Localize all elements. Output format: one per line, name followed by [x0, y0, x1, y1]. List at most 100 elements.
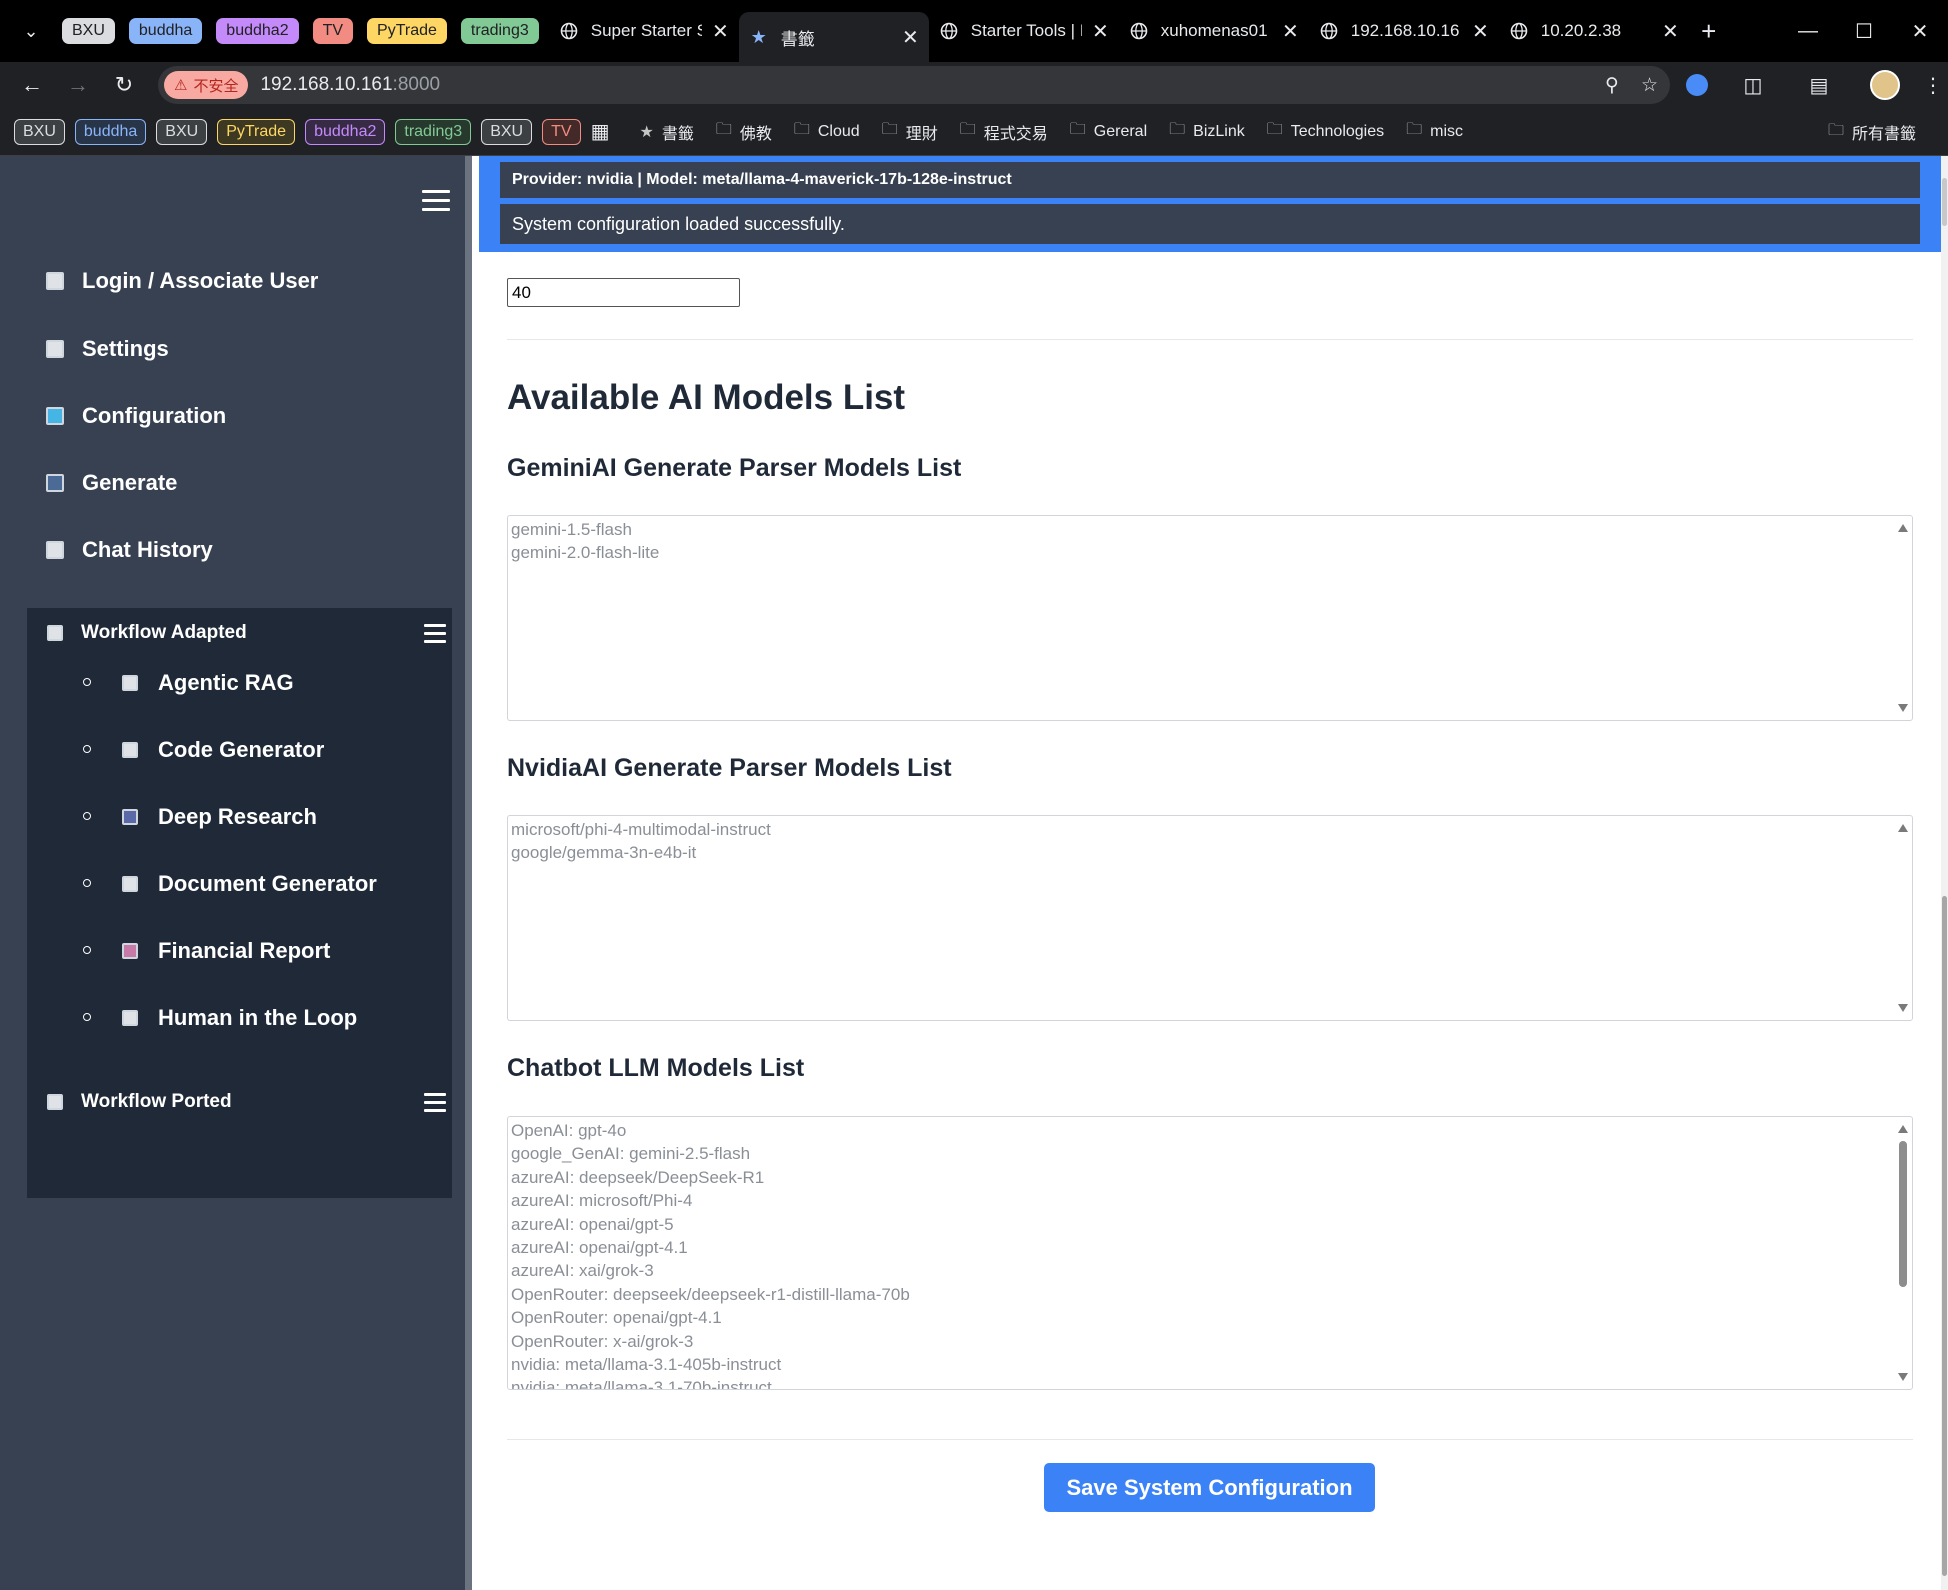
scroll-thumb[interactable]: [1942, 896, 1947, 1576]
bookmark-folder[interactable]: 🗀 BizLink: [1169, 117, 1245, 147]
browser-tab-active[interactable]: ★ 書籤 ✕: [738, 12, 929, 62]
maximize-icon[interactable]: ☐: [1836, 0, 1892, 62]
close-icon[interactable]: ✕: [1282, 19, 1299, 44]
minimize-icon[interactable]: —: [1780, 0, 1836, 62]
scroll-up-icon[interactable]: [1898, 1125, 1908, 1133]
profile-avatar-icon[interactable]: [1862, 62, 1908, 108]
bookmark-label: 書籤: [661, 125, 694, 143]
browser-tab[interactable]: Super Starter S ✕: [549, 8, 739, 54]
close-icon[interactable]: ✕: [1662, 19, 1679, 44]
bookmark-group-chip[interactable]: BXU: [481, 118, 533, 145]
browser-tab[interactable]: 10.20.2.38 ✕: [1499, 8, 1689, 54]
forward-arrow-icon[interactable]: →: [56, 65, 100, 105]
list-item: Financial Report: [27, 924, 452, 978]
all-bookmarks-folder[interactable]: 🗀 所有書籤: [1828, 108, 1916, 156]
tab-group-bxu[interactable]: BXU: [62, 18, 115, 44]
workflow-deep-research-button[interactable]: Deep Research: [102, 790, 452, 844]
url-text[interactable]: 192.168.10.161:8000: [260, 74, 440, 96]
reload-icon[interactable]: ↻: [102, 65, 146, 105]
close-icon[interactable]: ✕: [1472, 19, 1489, 44]
bookmark-item[interactable]: ★ 書籤: [639, 117, 693, 147]
scroll-thumb-top[interactable]: [1942, 178, 1947, 226]
close-icon[interactable]: ✕: [712, 19, 729, 44]
sidebar-item-login[interactable]: Login / Associate User: [46, 265, 318, 297]
textarea-scrollbar[interactable]: [1894, 516, 1912, 720]
sidebar-item-configuration[interactable]: Configuration: [46, 400, 226, 432]
globe-icon: [1319, 21, 1339, 41]
section-menu-hamburger-icon[interactable]: [424, 624, 446, 648]
scroll-down-icon[interactable]: [1898, 1004, 1908, 1012]
bookmark-group-chip[interactable]: TV: [542, 118, 581, 145]
star-icon: ★: [750, 26, 767, 47]
extensions-puzzle-icon[interactable]: ◫: [1730, 62, 1776, 108]
save-system-configuration-button[interactable]: Save System Configuration: [1044, 1463, 1375, 1512]
new-tab-plus-icon[interactable]: +: [1689, 16, 1729, 47]
close-icon[interactable]: ✕: [1092, 19, 1109, 44]
folder-icon: 🗀: [1169, 121, 1186, 138]
workflow-icon: [47, 1094, 63, 1110]
bookmark-folder[interactable]: 🗀 Technologies: [1267, 117, 1384, 147]
workflow-adapted-header[interactable]: Workflow Adapted: [27, 608, 452, 658]
bookmark-folder[interactable]: 🗀 佛教: [716, 117, 772, 147]
section-menu-hamburger-icon[interactable]: [424, 1093, 446, 1117]
chatbot-models-textarea[interactable]: OpenAI: gpt-4o google_GenAI: gemini-2.5-…: [507, 1116, 1913, 1390]
bookmark-folder[interactable]: 🗀 程式交易: [960, 117, 1048, 147]
chatbot-models-heading: Chatbot LLM Models List: [507, 1054, 805, 1082]
bookmark-folder[interactable]: 🗀 理財: [882, 117, 938, 147]
workflow-agentic-rag-button[interactable]: Agentic RAG: [102, 656, 452, 710]
nvidia-models-textarea[interactable]: microsoft/phi-4-multimodal-instruct goog…: [507, 815, 1913, 1021]
tab-search-chevron-icon[interactable]: ⌄: [0, 0, 62, 62]
workflow-code-generator-button[interactable]: Code Generator: [102, 723, 452, 777]
scroll-down-icon[interactable]: [1898, 704, 1908, 712]
back-arrow-icon[interactable]: ←: [10, 65, 54, 105]
sidebar-item-chat-history[interactable]: Chat History: [46, 534, 213, 566]
folder-icon: 🗀: [881, 121, 898, 138]
textarea-scrollbar[interactable]: [1894, 816, 1912, 1020]
bookmark-group-chip[interactable]: BXU: [156, 118, 208, 145]
scroll-up-icon[interactable]: [1898, 524, 1908, 532]
bookmark-label: 所有書籤: [1851, 126, 1916, 143]
bookmark-group-chip[interactable]: buddha: [74, 118, 147, 145]
zoom-icon[interactable]: ⚲: [1605, 74, 1619, 97]
close-window-icon[interactable]: ✕: [1892, 0, 1948, 62]
sidebar-item-generate[interactable]: Generate: [46, 467, 177, 499]
page-scrollbar[interactable]: [1941, 156, 1948, 1590]
scroll-up-icon[interactable]: [1898, 824, 1908, 832]
workflow-document-generator-button[interactable]: Document Generator: [102, 857, 452, 911]
bookmark-folder[interactable]: 🗀 Gereral: [1070, 117, 1147, 147]
not-secure-badge[interactable]: ⚠ 不安全: [164, 71, 249, 99]
tab-group-tv[interactable]: TV: [312, 18, 354, 44]
address-bar[interactable]: ⚠ 不安全 192.168.10.161:8000 ⚲ ☆: [158, 66, 1670, 104]
browser-tab[interactable]: 192.168.10.16 ✕: [1309, 8, 1499, 54]
bookmark-group-chip[interactable]: BXU: [14, 118, 65, 145]
gemini-models-textarea[interactable]: gemini-1.5-flash gemini-2.0-flash-lite: [507, 515, 1913, 721]
tab-group-trading3[interactable]: trading3: [460, 18, 539, 44]
bookmark-folder[interactable]: 🗀 misc: [1406, 117, 1463, 147]
workflow-human-in-the-loop-button[interactable]: Human in the Loop: [102, 991, 452, 1045]
tab-group-pytrade[interactable]: PyTrade: [367, 18, 447, 44]
bookmark-group-chip[interactable]: PyTrade: [217, 118, 296, 145]
nvidia-models-text: microsoft/phi-4-multimodal-instruct goog…: [511, 820, 771, 863]
tab-group-buddha2[interactable]: buddha2: [216, 18, 299, 44]
bullet-icon: [83, 946, 91, 954]
bookmark-star-icon[interactable]: ☆: [1641, 74, 1658, 97]
workflow-financial-report-button[interactable]: Financial Report: [102, 924, 452, 978]
close-icon[interactable]: ✕: [902, 25, 919, 50]
sidebar-menu-hamburger-icon[interactable]: [422, 190, 450, 214]
scroll-down-icon[interactable]: [1898, 1373, 1908, 1381]
textarea-scrollbar[interactable]: [1894, 1117, 1912, 1389]
browser-tab[interactable]: xuhomenas01 ✕: [1119, 8, 1309, 54]
bookmark-group-chip[interactable]: trading3: [395, 118, 472, 145]
browser-tab[interactable]: Starter Tools | I ✕: [929, 8, 1119, 54]
bookmark-group-chip[interactable]: buddha2: [305, 118, 386, 145]
reading-list-icon[interactable]: ▤: [1796, 62, 1842, 108]
top-k-input[interactable]: [507, 278, 740, 307]
extension-blue-icon[interactable]: [1674, 62, 1720, 108]
tab-group-buddha[interactable]: buddha: [128, 18, 203, 44]
menu-dots-icon[interactable]: ⋮: [1918, 62, 1948, 108]
bookmark-folder[interactable]: 🗀 Cloud: [794, 117, 860, 147]
scroll-thumb[interactable]: [1899, 1141, 1907, 1287]
workflow-ported-header[interactable]: Workflow Ported: [27, 1077, 452, 1127]
apps-grid-icon[interactable]: ▦: [591, 117, 610, 147]
sidebar-item-settings[interactable]: Settings: [46, 333, 169, 365]
